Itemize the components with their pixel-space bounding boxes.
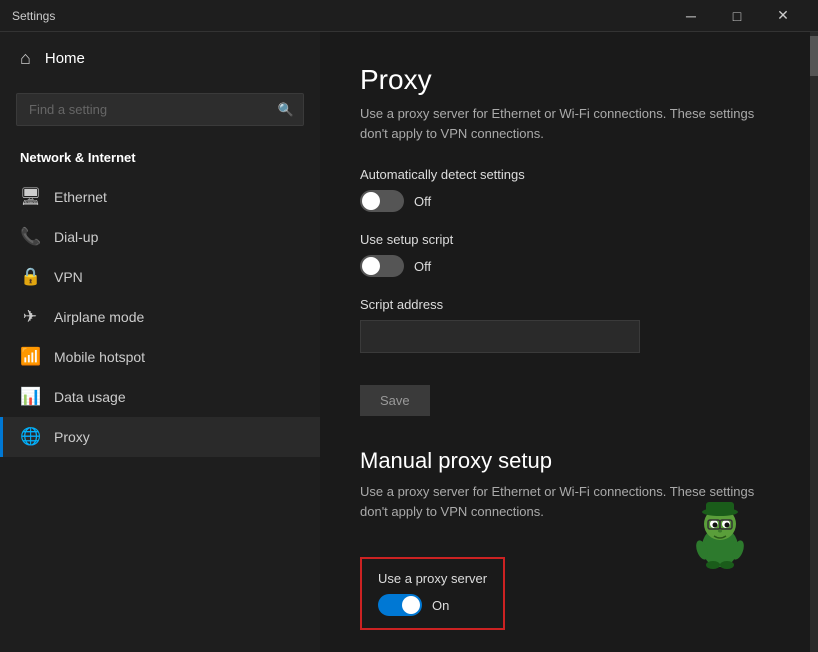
header-description: Use a proxy server for Ethernet or Wi-Fi…: [360, 104, 770, 143]
setup-script-toggle[interactable]: [360, 255, 404, 277]
vpn-icon: 🔒: [20, 267, 40, 287]
auto-detect-toggle-knob: [362, 192, 380, 210]
search-input[interactable]: [16, 93, 304, 126]
sidebar-item-airplane[interactable]: ✈ Airplane mode: [0, 297, 320, 337]
sidebar-item-datausage[interactable]: 📊 Data usage: [0, 377, 320, 417]
proxy-server-box: Use a proxy server On: [360, 557, 505, 630]
page-title: Proxy: [360, 64, 770, 96]
scrollbar-track: [810, 32, 818, 652]
mascot-image: [690, 502, 750, 572]
app-title: Settings: [12, 9, 668, 23]
sidebar-item-vpn[interactable]: 🔒 VPN: [0, 257, 320, 297]
sidebar-nav: 🖥 Ethernet 📞 Dial-up 🔒 VPN ✈ Airplane mo…: [0, 177, 320, 457]
use-proxy-toggle-container: On: [378, 594, 487, 616]
script-address-input[interactable]: [360, 320, 640, 353]
search-icon: 🔍: [278, 102, 294, 118]
auto-detect-row: Automatically detect settings Off: [360, 167, 770, 212]
setup-script-state: Off: [414, 259, 431, 274]
sidebar-label-proxy: Proxy: [54, 429, 90, 445]
home-label: Home: [45, 50, 85, 67]
use-proxy-state: On: [432, 598, 449, 613]
sidebar-item-proxy[interactable]: 🌐 Proxy: [0, 417, 320, 457]
ethernet-icon: 🖥: [20, 187, 40, 207]
script-address-label: Script address: [360, 297, 770, 312]
close-button[interactable]: ✕: [760, 0, 806, 32]
main-content: Proxy Use a proxy server for Ethernet or…: [320, 32, 810, 652]
sidebar-label-dialup: Dial-up: [54, 229, 98, 245]
auto-detect-toggle-container: Off: [360, 190, 770, 212]
airplane-icon: ✈: [20, 307, 40, 327]
minimize-button[interactable]: ─: [668, 0, 714, 32]
dialup-icon: 📞: [20, 227, 40, 247]
datausage-icon: 📊: [20, 387, 40, 407]
script-address-row: Script address: [360, 297, 770, 365]
setup-script-toggle-container: Off: [360, 255, 770, 277]
home-icon: ⌂: [20, 48, 31, 69]
sidebar-label-hotspot: Mobile hotspot: [54, 349, 145, 365]
use-proxy-toggle-knob: [402, 596, 420, 614]
scrollbar-thumb[interactable]: [810, 36, 818, 76]
sidebar-section-title: Network & Internet: [0, 142, 320, 177]
setup-script-row: Use setup script Off: [360, 232, 770, 277]
use-proxy-label: Use a proxy server: [378, 571, 487, 586]
auto-detect-toggle[interactable]: [360, 190, 404, 212]
sidebar-label-vpn: VPN: [54, 269, 83, 285]
auto-detect-label: Automatically detect settings: [360, 167, 770, 182]
sidebar-label-airplane: Airplane mode: [54, 309, 144, 325]
sidebar-item-ethernet[interactable]: 🖥 Ethernet: [0, 177, 320, 217]
sidebar-label-datausage: Data usage: [54, 389, 126, 405]
maximize-button[interactable]: □: [714, 0, 760, 32]
title-bar: Settings ─ □ ✕: [0, 0, 818, 32]
auto-detect-state: Off: [414, 194, 431, 209]
window-controls: ─ □ ✕: [668, 0, 806, 32]
proxy-icon: 🌐: [20, 427, 40, 447]
hotspot-icon: 📶: [20, 347, 40, 367]
sidebar-label-ethernet: Ethernet: [54, 189, 107, 205]
setup-script-toggle-knob: [362, 257, 380, 275]
use-proxy-toggle[interactable]: [378, 594, 422, 616]
manual-proxy-heading: Manual proxy setup: [360, 448, 770, 474]
sidebar-item-dialup[interactable]: 📞 Dial-up: [0, 217, 320, 257]
home-nav-item[interactable]: ⌂ Home: [0, 32, 320, 85]
setup-script-label: Use setup script: [360, 232, 770, 247]
sidebar-item-hotspot[interactable]: 📶 Mobile hotspot: [0, 337, 320, 377]
app-body: ⌂ Home 🔍 Network & Internet 🖥 Ethernet 📞…: [0, 32, 818, 652]
sidebar: ⌂ Home 🔍 Network & Internet 🖥 Ethernet 📞…: [0, 32, 320, 652]
search-container: 🔍: [16, 93, 304, 126]
save-button[interactable]: Save: [360, 385, 430, 416]
